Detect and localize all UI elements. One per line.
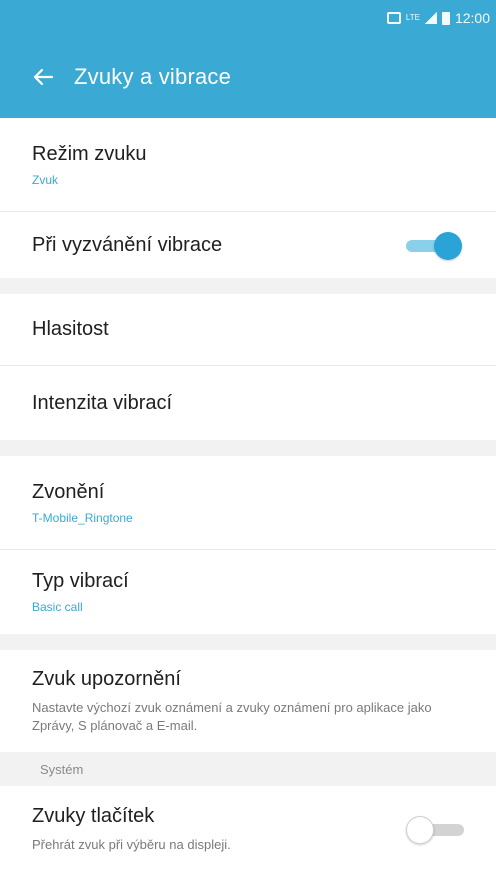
lte-icon: LTE (405, 13, 420, 22)
volume-title: Hlasitost (32, 318, 109, 340)
status-icons: LTE 12:00 (386, 10, 490, 26)
sound-mode-value: Zvuk (32, 172, 59, 187)
section-divider (0, 634, 496, 650)
touch-sounds-item[interactable]: Zvuky tlačítek Přehrát zvuk při výběru n… (0, 786, 496, 872)
vibration-intensity-item[interactable]: Intenzita vibrací (0, 366, 496, 440)
vibrate-when-ringing-title: Při vyzvánění vibrace (32, 233, 223, 256)
vibration-pattern-title: Typ vibrací (32, 570, 129, 592)
ringtone-item[interactable]: Zvonění T-Mobile_Ringtone (0, 456, 496, 550)
ringtone-value: T-Mobile_Ringtone (32, 510, 133, 525)
notification-sound-item[interactable]: Zvuk upozornění Nastavte výchozí zvuk oz… (0, 650, 496, 752)
ringtone-title: Zvonění (32, 480, 105, 503)
volume-item[interactable]: Hlasitost (0, 294, 496, 366)
nfc-icon (386, 12, 401, 24)
status-time: 12:00 (454, 10, 490, 26)
toggle-thumb (434, 232, 462, 260)
notification-sound-description: Nastavte výchozí zvuk oznámení a zvuky o… (32, 699, 432, 733)
status-bar: LTE 12:00 (0, 0, 496, 36)
app-bar: Zvuky a vibrace (0, 36, 496, 118)
battery-icon (441, 11, 450, 25)
touch-sounds-toggle[interactable] (406, 814, 464, 844)
notification-sound-title: Zvuk upozornění (32, 667, 181, 690)
sound-mode-item[interactable]: Režim zvuku Zvuk (0, 118, 496, 212)
touch-sounds-title: Zvuky tlačítek (32, 804, 155, 827)
system-section-header: Systém (0, 752, 496, 786)
sound-mode-title: Režim zvuku (32, 142, 147, 165)
vibrate-when-ringing-toggle[interactable] (406, 230, 464, 260)
signal-icon (424, 12, 437, 24)
section-divider (0, 440, 496, 456)
settings-list: Režim zvuku Zvuk Při vyzvánění vibrace H… (0, 118, 496, 872)
vibration-pattern-value: Basic call (32, 600, 83, 614)
back-arrow-icon-svg (33, 68, 53, 86)
touch-sounds-text: Zvuky tlačítek Přehrát zvuk při výběru n… (32, 805, 231, 854)
sound-mode-text: Režim zvuku Zvuk (32, 143, 146, 187)
page-title: Zvuky a vibrace (74, 64, 232, 89)
section-divider (0, 278, 496, 294)
toggle-thumb (406, 816, 434, 844)
touch-sounds-description: Přehrát zvuk při výběru na displeji. (32, 836, 231, 852)
vibration-pattern-item[interactable]: Typ vibrací Basic call (0, 550, 496, 634)
vibrate-when-ringing-item[interactable]: Při vyzvánění vibrace (0, 212, 496, 278)
notification-sound-text: Zvuk upozornění Nastavte výchozí zvuk oz… (32, 668, 464, 734)
ringtone-text: Zvonění T-Mobile_Ringtone (32, 481, 133, 525)
vibration-intensity-title: Intenzita vibrací (32, 391, 173, 414)
back-arrow-icon[interactable] (32, 66, 54, 88)
vibration-pattern-text: Typ vibrací Basic call (32, 570, 129, 614)
